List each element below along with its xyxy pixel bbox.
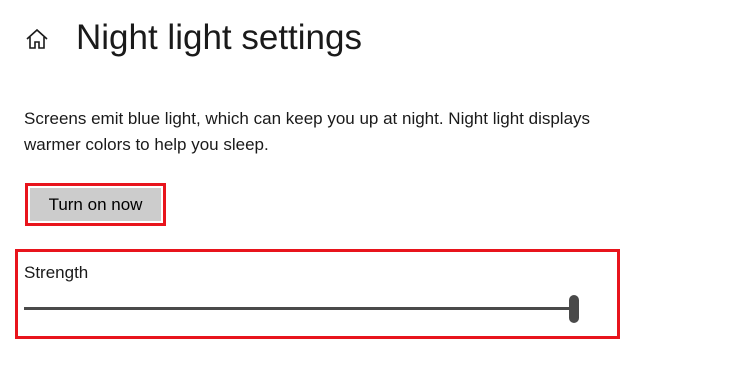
turn-on-now-button[interactable]: Turn on now xyxy=(30,188,161,221)
page-title: Night light settings xyxy=(76,18,362,57)
strength-slider[interactable] xyxy=(24,293,584,325)
header: Night light settings xyxy=(0,0,750,80)
slider-track[interactable] xyxy=(24,307,574,310)
home-icon[interactable] xyxy=(25,28,49,50)
strength-label: Strength xyxy=(24,263,89,282)
description-text: Screens emit blue light, which can keep … xyxy=(24,109,591,154)
slider-thumb[interactable] xyxy=(569,295,579,323)
night-light-settings-page: Night light settings Screens emit blue l… xyxy=(0,0,750,370)
